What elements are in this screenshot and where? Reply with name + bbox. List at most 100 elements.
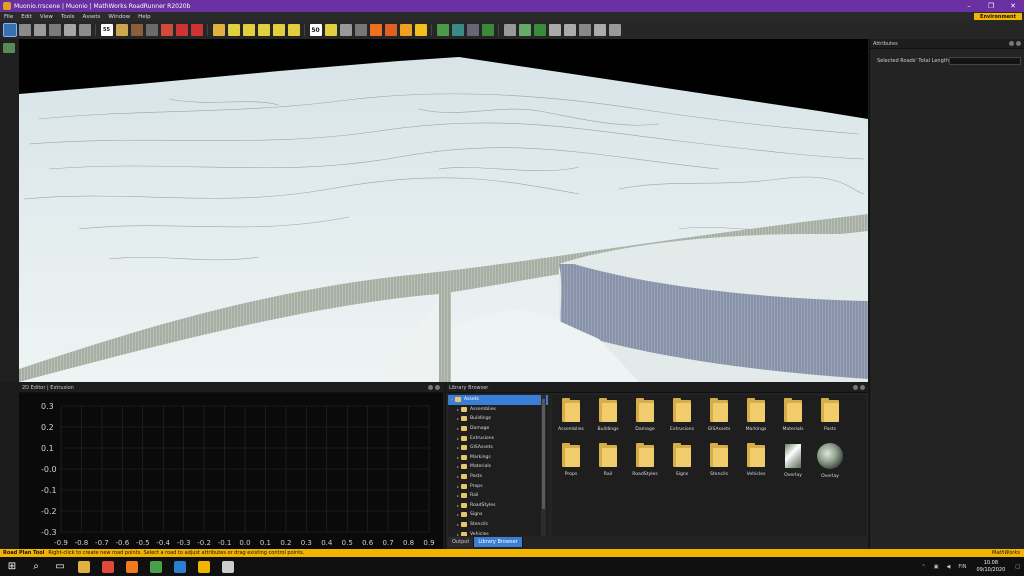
- surface-icon[interactable]: [339, 24, 352, 36]
- clock[interactable]: 10.08 09/10/2020: [976, 560, 1005, 574]
- marking-curve-icon[interactable]: [257, 24, 270, 36]
- layer-a-icon[interactable]: [503, 24, 516, 36]
- tree-item-stencils[interactable]: ▸ Stencils: [448, 520, 548, 530]
- curve-road-icon[interactable]: [324, 24, 337, 36]
- elevation-map-icon[interactable]: [451, 24, 464, 36]
- tree-item-markings[interactable]: ▸ Markings: [448, 453, 548, 463]
- asset-extrusions[interactable]: Extrusions: [664, 397, 700, 439]
- menu-view[interactable]: View: [36, 14, 57, 20]
- tree-item-signs[interactable]: ▸ Signs: [448, 510, 548, 520]
- cut-icon[interactable]: [548, 24, 561, 36]
- road-plan-icon[interactable]: [2, 23, 17, 37]
- asset-overlay-a[interactable]: Overlay: [775, 442, 811, 484]
- asset-props[interactable]: Props: [553, 442, 589, 484]
- close-panel-icon[interactable]: [1016, 41, 1021, 46]
- network-icon[interactable]: ▣: [934, 564, 939, 570]
- windows-start-icon[interactable]: ⊞: [6, 561, 18, 573]
- marking-point-icon[interactable]: [242, 24, 255, 36]
- tree-item-roadstyles[interactable]: ▸ RoadStyles: [448, 501, 548, 511]
- tree-item-assemblies[interactable]: ▸ Assemblies: [448, 405, 548, 415]
- satellite-icon[interactable]: [466, 24, 479, 36]
- signage-icon[interactable]: [414, 24, 427, 36]
- float-panel-icon[interactable]: [428, 385, 433, 390]
- asset-materials[interactable]: Materials: [775, 397, 811, 439]
- rail-icon[interactable]: [354, 24, 367, 36]
- marking-icon[interactable]: [115, 24, 128, 36]
- traffic-light-icon[interactable]: [212, 24, 225, 36]
- prop-icon[interactable]: [130, 24, 143, 36]
- asset-vehicles[interactable]: Vehicles: [738, 442, 774, 484]
- edge-icon[interactable]: [174, 560, 186, 573]
- lane-icon[interactable]: [33, 24, 46, 36]
- building-icon[interactable]: [608, 24, 621, 36]
- tree-item-props[interactable]: ▸ Props: [448, 481, 548, 491]
- vegetation-icon[interactable]: [481, 24, 494, 36]
- route-icon[interactable]: [593, 24, 606, 36]
- float-panel-icon[interactable]: [1009, 41, 1014, 46]
- menu-assets[interactable]: Assets: [79, 14, 105, 20]
- roadrunner-icon[interactable]: [198, 560, 210, 573]
- close-panel-icon[interactable]: [435, 385, 440, 390]
- asset-damage[interactable]: Damage: [627, 397, 663, 439]
- menu-file[interactable]: File: [0, 14, 17, 20]
- chrome-icon[interactable]: [102, 560, 114, 573]
- qgis-icon[interactable]: [150, 560, 162, 573]
- notification-icon[interactable]: □: [1015, 564, 1020, 570]
- lane-width-icon[interactable]: [48, 24, 61, 36]
- marking-stretch-icon[interactable]: [287, 24, 300, 36]
- speed-limit-icon[interactable]: 55: [100, 24, 113, 36]
- menu-edit[interactable]: Edit: [17, 14, 36, 20]
- menu-tools[interactable]: Tools: [57, 14, 79, 20]
- camera-icon[interactable]: [578, 24, 591, 36]
- menu-help[interactable]: Help: [134, 14, 155, 20]
- extrusion-grid[interactable]: 0.3 0.2 0.1 -0.0 -0.1 -0.2 -0.3 -0.9 -0.8 -0.7 -0.…: [19, 394, 443, 549]
- asset-assemblies[interactable]: Assemblies: [553, 397, 589, 439]
- tab-library-browser[interactable]: Library Browser: [474, 537, 523, 547]
- warning-icon[interactable]: [399, 24, 412, 36]
- minimize-button[interactable]: –: [958, 2, 980, 10]
- tree-item-materials[interactable]: ▸ Materials: [448, 462, 548, 472]
- volume-icon[interactable]: ◀: [946, 564, 950, 570]
- tab-output[interactable]: Output: [448, 537, 475, 547]
- stop-icon[interactable]: [190, 24, 203, 36]
- close-panel-icon[interactable]: [860, 385, 865, 390]
- signal-icon[interactable]: [175, 24, 188, 36]
- tree-item-assets[interactable]: ▾ Assets: [448, 395, 548, 405]
- asset-stencils[interactable]: Stencils: [701, 442, 737, 484]
- app-icon[interactable]: [222, 560, 234, 573]
- tree-item-posts[interactable]: ▸ Posts: [448, 472, 548, 482]
- tree-item-gisassets[interactable]: ▸ GISAssets: [448, 443, 548, 453]
- marking-span-icon[interactable]: [272, 24, 285, 36]
- scrollbar-thumb[interactable]: [542, 399, 545, 509]
- firefox-icon[interactable]: [126, 560, 138, 573]
- asset-overlay-b[interactable]: Overlay: [812, 442, 848, 484]
- environment-button[interactable]: Environment: [974, 13, 1022, 20]
- tree-item-extrusions[interactable]: ▸ Extrusions: [448, 433, 548, 443]
- search-icon[interactable]: ⌕: [30, 561, 42, 573]
- asset-signs[interactable]: Signs: [664, 442, 700, 484]
- layer-b-icon[interactable]: [518, 24, 531, 36]
- library-tree-scrollbar[interactable]: [541, 395, 546, 536]
- chevron-up-icon[interactable]: ⌃: [922, 564, 926, 570]
- close-button[interactable]: ✕: [1002, 2, 1024, 10]
- tree-item-buildings[interactable]: ▸ Buildings: [448, 414, 548, 424]
- sign-50-icon[interactable]: 50: [309, 24, 322, 36]
- layer-c-icon[interactable]: [533, 24, 546, 36]
- junction-icon[interactable]: [145, 24, 158, 36]
- menu-window[interactable]: Window: [104, 14, 134, 20]
- barrier-icon[interactable]: [384, 24, 397, 36]
- lane-form-icon[interactable]: [78, 24, 91, 36]
- asset-gisassets[interactable]: GISAssets: [701, 397, 737, 439]
- float-panel-icon[interactable]: [853, 385, 858, 390]
- file-explorer-icon[interactable]: [78, 560, 90, 573]
- circle-tool-icon[interactable]: [18, 24, 31, 36]
- scene-tool-icon[interactable]: [3, 43, 15, 53]
- asset-posts[interactable]: Posts: [812, 397, 848, 439]
- overlay-icon[interactable]: [563, 24, 576, 36]
- terrain-icon[interactable]: [436, 24, 449, 36]
- asset-rail[interactable]: Rail: [590, 442, 626, 484]
- language-indicator[interactable]: FIN: [958, 564, 966, 570]
- task-view-icon[interactable]: ▭: [54, 561, 66, 573]
- selected-roads-length-field[interactable]: [949, 57, 1021, 65]
- tree-item-damage[interactable]: ▸ Damage: [448, 424, 548, 434]
